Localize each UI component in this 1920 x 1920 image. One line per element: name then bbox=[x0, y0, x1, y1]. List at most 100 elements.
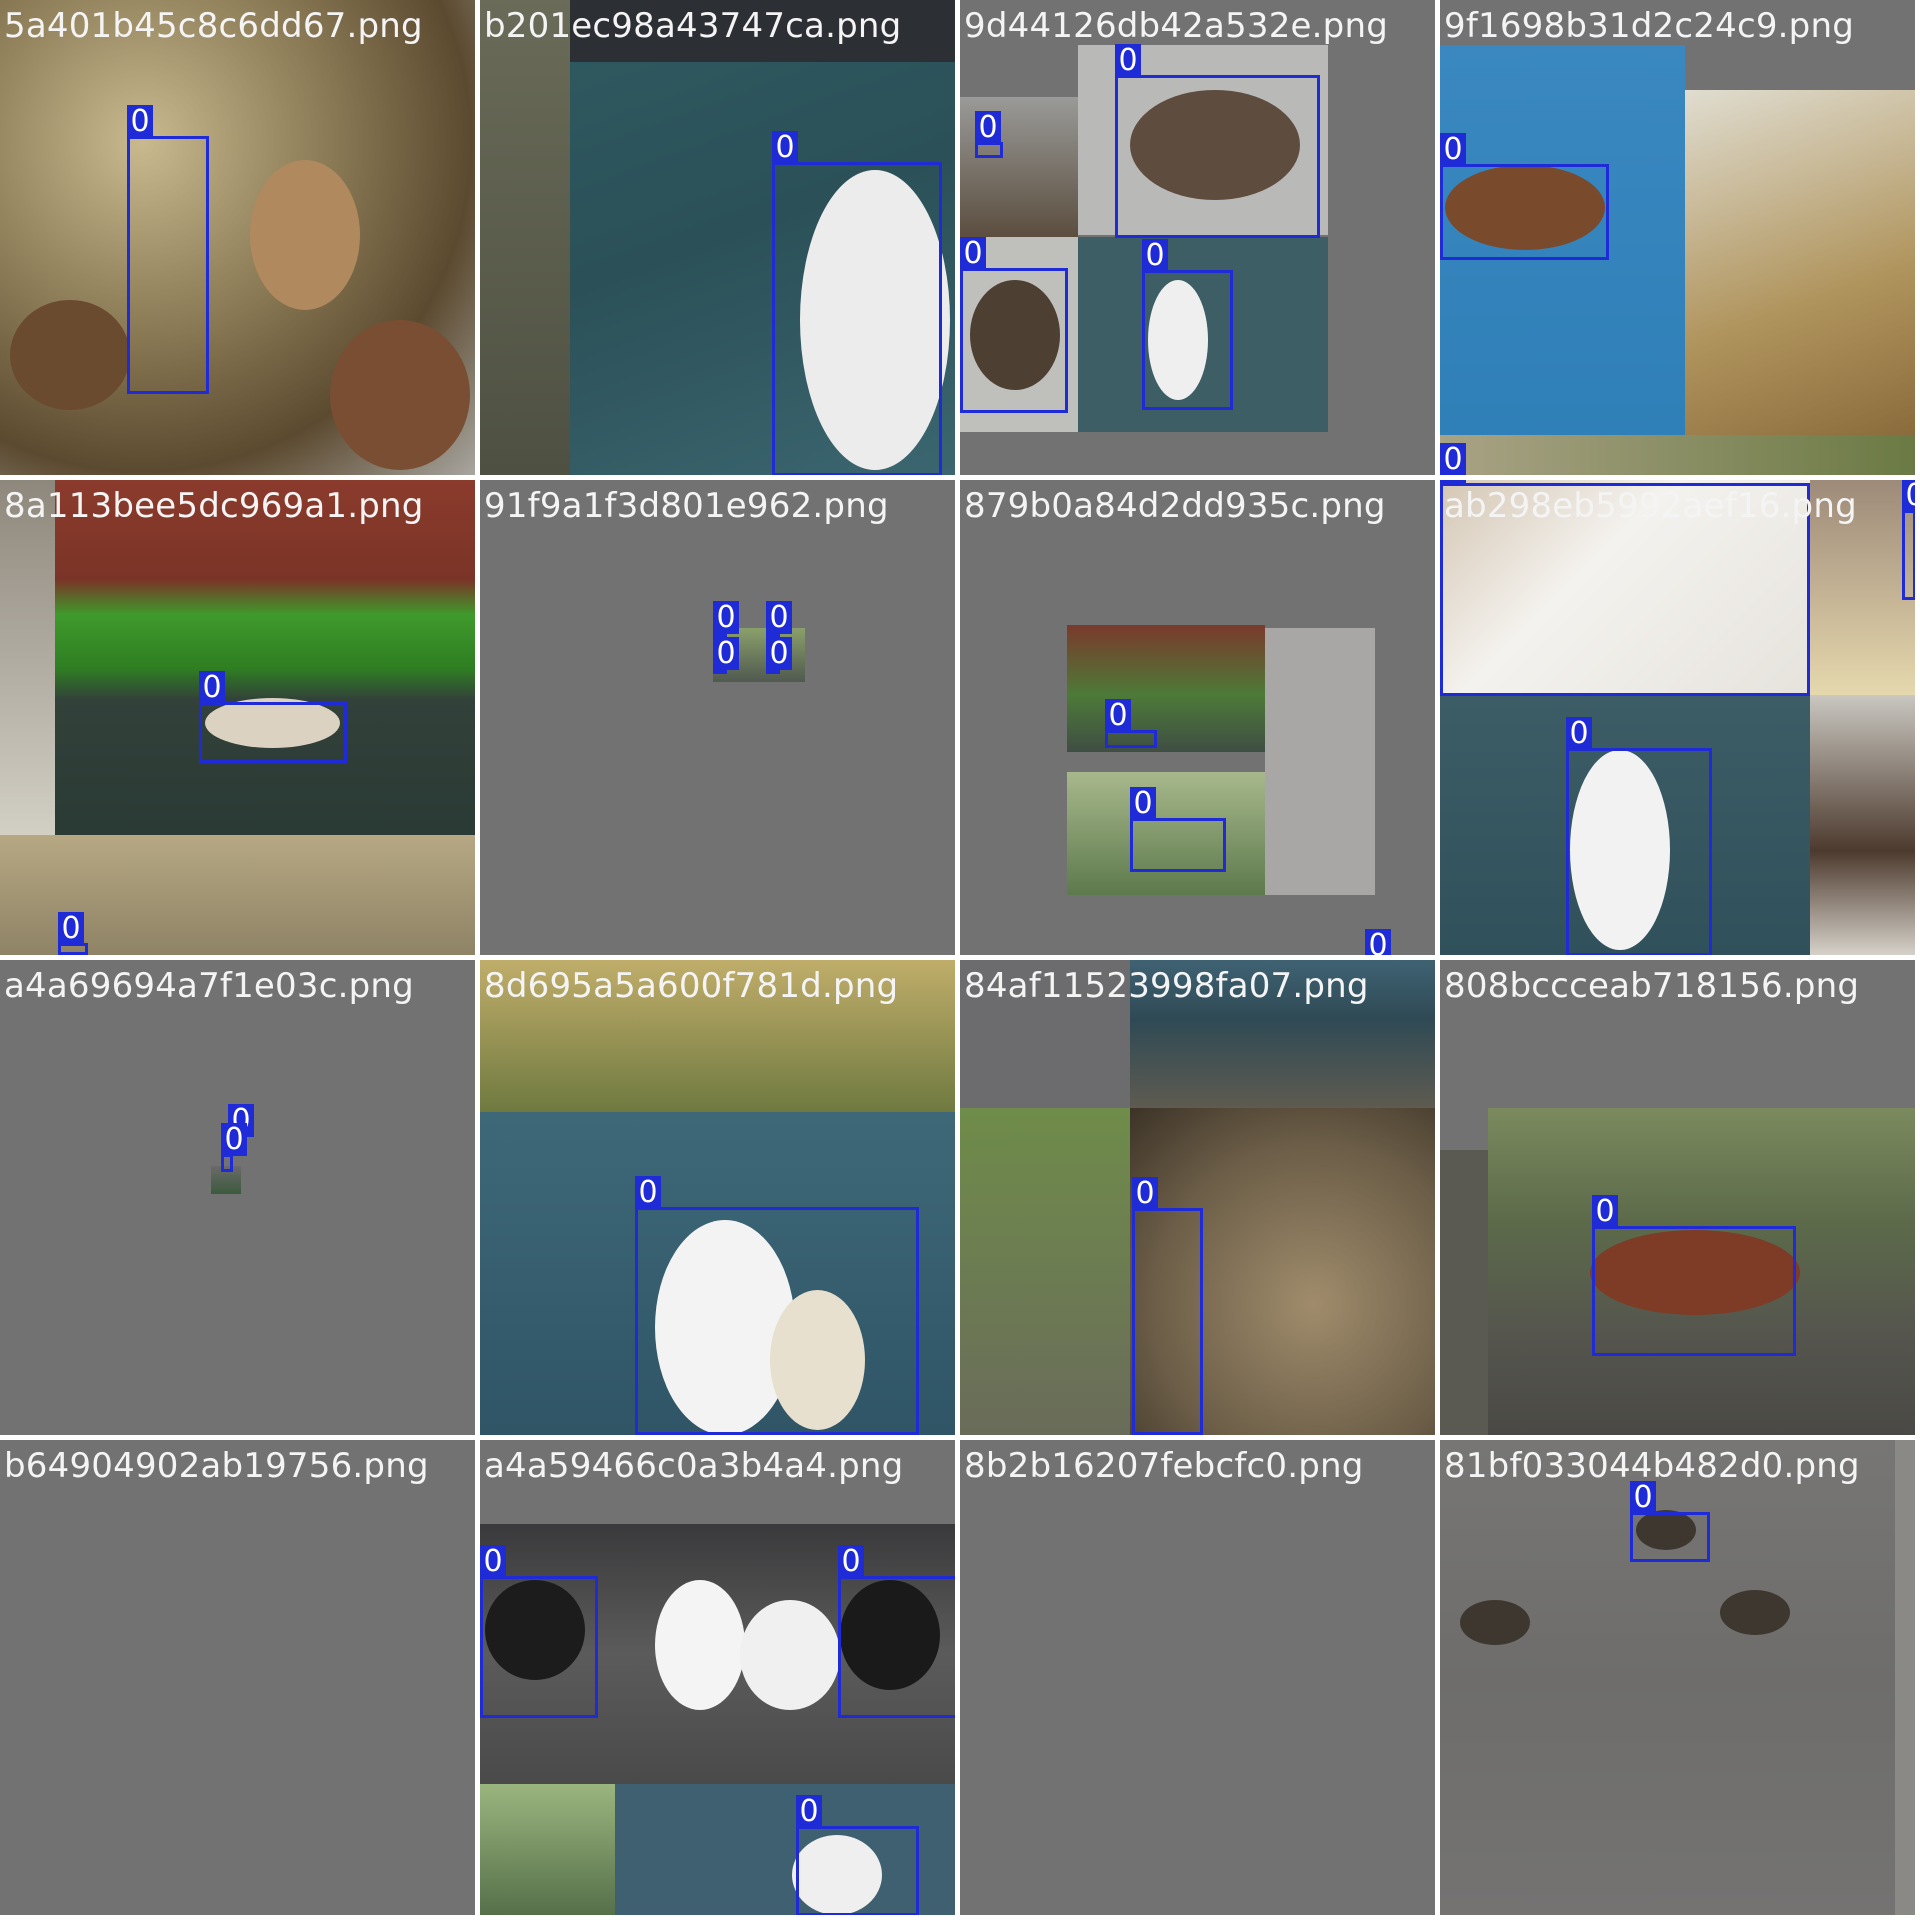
class-label: 0 bbox=[1440, 133, 1466, 167]
detection-box[interactable]: 0 bbox=[1105, 699, 1157, 748]
class-label: 0 bbox=[480, 1545, 506, 1579]
tile-image-2[interactable]: 9d44126db42a532e.png 0 0 0 0 bbox=[960, 0, 1435, 475]
class-label: 0 bbox=[1592, 1195, 1618, 1229]
tile-filename: 8d695a5a600f781d.png bbox=[484, 966, 899, 1006]
tile-filename: b64904902ab19756.png bbox=[4, 1446, 429, 1486]
class-label: 0 bbox=[1132, 1177, 1158, 1211]
park-photo-small bbox=[1067, 625, 1265, 752]
duckling-shape bbox=[1720, 1590, 1790, 1635]
detection-box[interactable]: 0 bbox=[766, 637, 792, 674]
class-label: 0 bbox=[635, 1176, 661, 1210]
park-photo bbox=[55, 480, 475, 835]
class-label: 0 bbox=[1440, 443, 1466, 475]
tile-filename: 9d44126db42a532e.png bbox=[964, 6, 1388, 46]
detection-box[interactable]: 0 bbox=[480, 1545, 598, 1718]
detection-box[interactable]: 0 bbox=[713, 637, 739, 674]
right-strip bbox=[1895, 1440, 1915, 1915]
tile-image-3[interactable]: 9f1698b31d2c24c9.png 0 0 bbox=[1440, 0, 1915, 475]
duckling-shape bbox=[330, 320, 470, 470]
detection-box[interactable]: 0 bbox=[1592, 1195, 1796, 1356]
tile-filename: 91f9a1f3d801e962.png bbox=[484, 486, 889, 526]
class-label: 0 bbox=[796, 1795, 822, 1829]
detection-box[interactable]: 0 bbox=[1902, 480, 1915, 600]
detection-box[interactable]: 0 bbox=[127, 105, 209, 394]
detection-box[interactable]: 0 bbox=[635, 1176, 919, 1435]
reeds-water-photo bbox=[960, 1108, 1130, 1435]
class-label: 0 bbox=[772, 131, 798, 165]
detection-box[interactable]: 0 bbox=[796, 1795, 919, 1915]
image-mosaic-grid: 5a401b45c8c6dd67.png 0 b201ec98a43747ca.… bbox=[0, 0, 1920, 1920]
blurred-duck-strip bbox=[1810, 695, 1915, 955]
sandy-water-photo bbox=[1685, 90, 1915, 435]
detection-box[interactable]: 0 bbox=[1132, 1177, 1203, 1435]
duckling-shape bbox=[1460, 1600, 1530, 1645]
detection-box[interactable]: 0 bbox=[1440, 443, 1466, 475]
class-label: 0 bbox=[713, 637, 739, 671]
detection-box[interactable]: 0 bbox=[1115, 44, 1320, 238]
left-strip bbox=[0, 480, 55, 835]
class-label: 0 bbox=[1130, 787, 1156, 821]
reed-photo bbox=[480, 1784, 615, 1915]
left-strip bbox=[1440, 1150, 1488, 1435]
tile-image-1[interactable]: b201ec98a43747ca.png 0 bbox=[480, 0, 955, 475]
tile-image-0[interactable]: 5a401b45c8c6dd67.png 0 bbox=[0, 0, 475, 475]
class-label: 0 bbox=[221, 1123, 247, 1157]
detection-box[interactable]: 0 bbox=[58, 912, 88, 955]
duckling-shape bbox=[250, 160, 360, 310]
tile-image-5[interactable]: 91f9a1f3d801e962.png 0 0 0 0 bbox=[480, 480, 955, 955]
tile-image-13[interactable]: a4a59466c0a3b4a4.png 0 0 0 bbox=[480, 1440, 955, 1915]
detection-box[interactable]: 0 bbox=[975, 111, 1003, 158]
tile-filename: 8b2b16207febcfc0.png bbox=[964, 1446, 1364, 1486]
class-label: 0 bbox=[975, 111, 1001, 145]
duckling-shape bbox=[10, 300, 130, 410]
tile-filename: 879b0a84d2dd935c.png bbox=[964, 486, 1386, 526]
class-label: 0 bbox=[1142, 239, 1168, 273]
class-label: 0 bbox=[1902, 480, 1915, 513]
class-label: 0 bbox=[713, 601, 739, 635]
detection-box[interactable]: 0 bbox=[199, 671, 347, 763]
tile-filename: 81bf033044b482d0.png bbox=[1444, 1446, 1860, 1486]
detection-box[interactable]: 0 bbox=[838, 1545, 955, 1718]
tile-filename: ab298eb5992aef16.png bbox=[1444, 486, 1857, 526]
detection-box[interactable]: 0 bbox=[1440, 133, 1609, 260]
tile-filename: 5a401b45c8c6dd67.png bbox=[4, 6, 423, 46]
detection-box[interactable]: 0 bbox=[1566, 717, 1712, 955]
class-label: 0 bbox=[1440, 480, 1466, 486]
tile-filename: 9f1698b31d2c24c9.png bbox=[1444, 6, 1854, 46]
water-ducklings-photo bbox=[1265, 628, 1375, 895]
class-label: 0 bbox=[1365, 929, 1391, 955]
detection-box[interactable]: 0 bbox=[1142, 239, 1233, 410]
tile-image-7[interactable]: ab298eb5992aef16.png 0 0 0 bbox=[1440, 480, 1915, 955]
tile-filename: 808bccceab718156.png bbox=[1444, 966, 1860, 1006]
detection-box[interactable]: 0 bbox=[1630, 1481, 1710, 1562]
tile-image-10[interactable]: 84af11523998fa07.png 0 bbox=[960, 960, 1435, 1435]
detection-box[interactable]: 0 bbox=[772, 131, 942, 475]
class-label: 0 bbox=[58, 912, 84, 946]
class-label: 0 bbox=[766, 601, 792, 635]
tile-image-4[interactable]: 8a113bee5dc969a1.png 0 0 bbox=[0, 480, 475, 955]
duck-shape bbox=[655, 1580, 745, 1710]
class-label: 0 bbox=[766, 637, 792, 671]
tile-image-14[interactable]: 8b2b16207febcfc0.png bbox=[960, 1440, 1435, 1915]
tile-image-6[interactable]: 879b0a84d2dd935c.png 0 0 0 bbox=[960, 480, 1435, 955]
class-label: 0 bbox=[1115, 44, 1141, 78]
class-label: 0 bbox=[127, 105, 153, 139]
tile-image-11[interactable]: 808bccceab718156.png 0 bbox=[1440, 960, 1915, 1435]
tile-image-12[interactable]: b64904902ab19756.png bbox=[0, 1440, 475, 1915]
class-label: 0 bbox=[960, 237, 986, 271]
class-label: 0 bbox=[1105, 699, 1131, 733]
bottom-strip bbox=[1440, 435, 1915, 475]
tile-filename: 84af11523998fa07.png bbox=[964, 966, 1369, 1006]
tile-filename: a4a59466c0a3b4a4.png bbox=[484, 1446, 904, 1486]
duck-shape bbox=[740, 1600, 840, 1710]
class-label: 0 bbox=[838, 1545, 864, 1579]
tile-image-15[interactable]: 81bf033044b482d0.png 0 bbox=[1440, 1440, 1915, 1915]
tile-image-9[interactable]: 8d695a5a600f781d.png 0 bbox=[480, 960, 955, 1435]
detection-box[interactable]: 0 bbox=[960, 237, 1068, 413]
class-label: 0 bbox=[199, 671, 225, 705]
tile-filename: 8a113bee5dc969a1.png bbox=[4, 486, 424, 526]
class-label: 0 bbox=[1566, 717, 1592, 751]
detection-box[interactable]: 0 bbox=[221, 1123, 247, 1172]
tile-image-8[interactable]: a4a69694a7f1e03c.png 0 0 bbox=[0, 960, 475, 1435]
detection-box[interactable]: 0 bbox=[1130, 787, 1226, 872]
